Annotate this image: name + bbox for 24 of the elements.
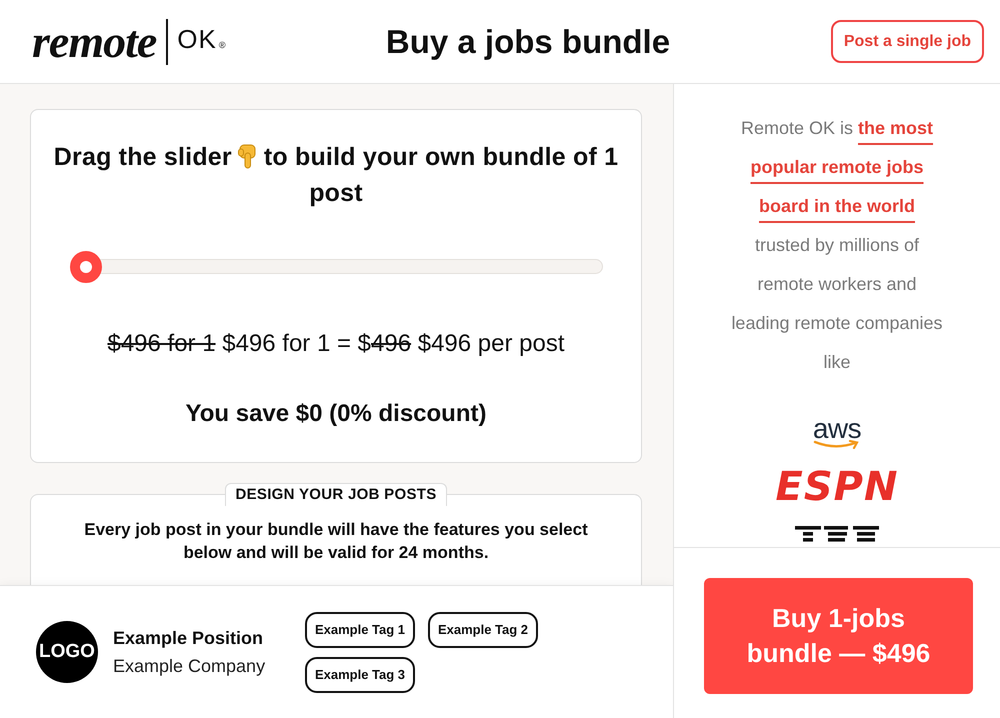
price-text: $496 per post xyxy=(416,330,565,357)
section-legend: DESIGN YOUR JOB POSTS xyxy=(225,483,447,506)
savings-text: You save $0 (0% discount) xyxy=(186,399,486,429)
site-logo[interactable]: remote OK® xyxy=(32,18,226,64)
company-name: Example Company xyxy=(113,655,266,678)
struck-price-text: $496 for 1 xyxy=(107,330,216,357)
job-tag: Example Tag 2 xyxy=(428,612,538,648)
company-logo: ESPN xyxy=(776,471,898,504)
job-tag: Example Tag 1 xyxy=(305,612,415,648)
slider-thumb[interactable] xyxy=(70,250,102,282)
logo-disc: LOGO xyxy=(36,621,98,683)
slider-heading: to build your own bundle of 1 post xyxy=(264,143,618,207)
section-description: Every job post in your bundle will have the features you select below and will be valid for 24 months. xyxy=(83,519,589,564)
company-logo: aws xyxy=(812,418,862,449)
buy-bundle-button[interactable]: Buy 1-jobs bundle — $496 xyxy=(704,578,973,694)
price-text: $496 for 1 = $ xyxy=(221,330,372,357)
job-tag: Example Tag 3 xyxy=(305,656,415,692)
slider-heading: Drag the slider xyxy=(54,143,232,171)
pitch-text: Remote OK is the most popular remote jobs board in the world trusted by millions of remote workers and leading remote companies like xyxy=(730,117,944,374)
post-single-job-button[interactable]: Post a single job xyxy=(830,20,984,63)
struck-price-text: 496 xyxy=(371,330,412,357)
page-title: Buy a jobs bundle xyxy=(386,22,670,60)
job-title: Example Position xyxy=(113,627,264,650)
pointing-down-hand-icon xyxy=(238,144,258,169)
